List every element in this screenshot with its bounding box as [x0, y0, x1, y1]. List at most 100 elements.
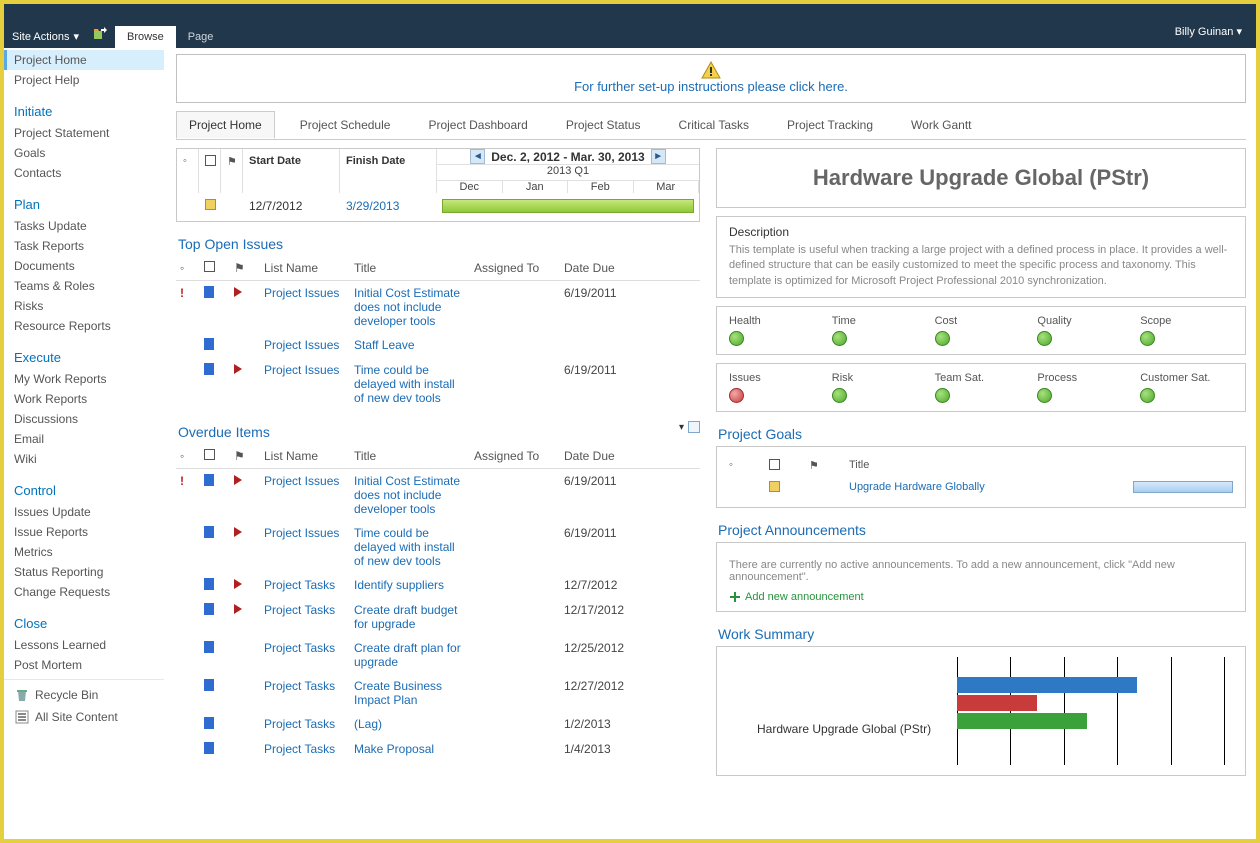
list-name-link[interactable]: Project Issues — [260, 281, 350, 334]
timeline-col-start[interactable]: Start Date — [243, 149, 340, 193]
section-work-summary[interactable]: Work Summary — [718, 626, 1246, 642]
sidebar-item-issue-reports[interactable]: Issue Reports — [4, 522, 164, 542]
col-assigned[interactable]: Assigned To — [470, 256, 560, 281]
table-row[interactable]: Project TasksIdentify suppliers12/7/2012 — [176, 573, 700, 598]
sidebar-item-change-requests[interactable]: Change Requests — [4, 582, 164, 602]
sidebar-item-resource-reports[interactable]: Resource Reports — [4, 316, 164, 336]
col-attach-icon[interactable] — [200, 256, 230, 281]
item-title-link[interactable]: Initial Cost Estimate does not include d… — [350, 469, 470, 522]
item-title-link[interactable]: (Lag) — [350, 712, 470, 737]
list-name-link[interactable]: Project Tasks — [260, 598, 350, 636]
table-row[interactable]: !Project IssuesInitial Cost Estimate doe… — [176, 469, 700, 522]
list-name-link[interactable]: Project Tasks — [260, 712, 350, 737]
goals-col-title[interactable]: Title — [849, 459, 869, 473]
table-row[interactable]: Project Tasks(Lag)1/2/2013 — [176, 712, 700, 737]
table-row[interactable]: Project TasksCreate Business Impact Plan… — [176, 674, 700, 712]
tab-work-gantt[interactable]: Work Gantt — [898, 111, 984, 139]
sidebar-recycle-bin[interactable]: Recycle Bin — [4, 684, 164, 706]
goals-col-indicator-icon[interactable]: ◦ — [729, 459, 749, 473]
site-actions-menu[interactable]: Site Actions ▾ — [4, 25, 87, 48]
col-attach-icon[interactable] — [200, 444, 230, 469]
section-overdue-items[interactable]: Overdue Items — [178, 424, 270, 440]
setup-notice-link[interactable]: For further set-up instructions please c… — [574, 79, 848, 94]
table-row[interactable]: Project IssuesTime could be delayed with… — [176, 358, 700, 410]
sidebar-item-goals[interactable]: Goals — [4, 143, 164, 163]
list-name-link[interactable]: Project Issues — [260, 333, 350, 358]
tab-project-status[interactable]: Project Status — [553, 111, 654, 139]
sidebar-item-work-reports[interactable]: Work Reports — [4, 389, 164, 409]
sidebar-item-my-work-reports[interactable]: My Work Reports — [4, 369, 164, 389]
section-project-goals[interactable]: Project Goals — [718, 426, 1246, 442]
item-title-link[interactable]: Initial Cost Estimate does not include d… — [350, 281, 470, 334]
item-title-link[interactable]: Make Proposal — [350, 737, 470, 762]
goals-col-flag-icon[interactable]: ⚑ — [809, 459, 829, 473]
tab-project-dashboard[interactable]: Project Dashboard — [415, 111, 540, 139]
ribbon-tab-browse[interactable]: Browse — [115, 26, 176, 48]
user-menu[interactable]: Billy Guinan ▾ — [1175, 25, 1256, 48]
table-row[interactable]: Project IssuesStaff Leave — [176, 333, 700, 358]
list-name-link[interactable]: Project Tasks — [260, 573, 350, 598]
timeline-next-button[interactable]: ► — [651, 149, 666, 164]
item-title-link[interactable]: Identify suppliers — [350, 573, 470, 598]
list-name-link[interactable]: Project Tasks — [260, 737, 350, 762]
sidebar-item-task-reports[interactable]: Task Reports — [4, 236, 164, 256]
table-row[interactable]: Project TasksCreate draft plan for upgra… — [176, 636, 700, 674]
sidebar-item-project-home[interactable]: Project Home — [4, 50, 164, 70]
sidebar-item-documents[interactable]: Documents — [4, 256, 164, 276]
nav-up-icon[interactable] — [87, 25, 115, 48]
sidebar-item-issues-update[interactable]: Issues Update — [4, 502, 164, 522]
list-name-link[interactable]: Project Tasks — [260, 674, 350, 712]
table-row[interactable]: Project TasksMake Proposal1/4/2013 — [176, 737, 700, 762]
table-row[interactable]: !Project IssuesInitial Cost Estimate doe… — [176, 281, 700, 334]
col-list-name[interactable]: List Name — [260, 256, 350, 281]
col-title[interactable]: Title — [350, 444, 470, 469]
sidebar-item-discussions[interactable]: Discussions — [4, 409, 164, 429]
col-priority-icon[interactable]: ◦ — [176, 444, 200, 469]
sidebar-item-metrics[interactable]: Metrics — [4, 542, 164, 562]
goal-item-link[interactable]: Upgrade Hardware Globally — [849, 481, 985, 495]
timeline-bar[interactable] — [442, 199, 694, 213]
col-assigned[interactable]: Assigned To — [470, 444, 560, 469]
item-title-link[interactable]: Create draft plan for upgrade — [350, 636, 470, 674]
overdue-menu-caret-icon[interactable]: ▾ — [679, 422, 684, 433]
sidebar-item-project-statement[interactable]: Project Statement — [4, 123, 164, 143]
goals-col-checkbox-icon[interactable] — [769, 459, 780, 470]
timeline-col-finish[interactable]: Finish Date — [340, 149, 437, 193]
sidebar-group-execute[interactable]: Execute — [4, 336, 164, 369]
sidebar-group-initiate[interactable]: Initiate — [4, 90, 164, 123]
col-flag-icon[interactable]: ⚑ — [230, 256, 260, 281]
overdue-toggle-checkbox[interactable] — [688, 421, 700, 433]
ribbon-tab-page[interactable]: Page — [176, 26, 226, 48]
timeline-finish-date[interactable]: 3/29/2013 — [340, 193, 437, 221]
col-list-name[interactable]: List Name — [260, 444, 350, 469]
col-priority-icon[interactable]: ◦ — [176, 256, 200, 281]
col-flag-icon[interactable]: ⚑ — [230, 444, 260, 469]
col-title[interactable]: Title — [350, 256, 470, 281]
item-title-link[interactable]: Staff Leave — [350, 333, 470, 358]
sidebar-item-contacts[interactable]: Contacts — [4, 163, 164, 183]
tab-project-home[interactable]: Project Home — [176, 111, 275, 139]
sidebar-group-close[interactable]: Close — [4, 602, 164, 635]
col-due[interactable]: Date Due — [560, 256, 700, 281]
item-title-link[interactable]: Create Business Impact Plan — [350, 674, 470, 712]
add-announcement-link[interactable]: Add new announcement — [729, 591, 1233, 603]
item-title-link[interactable]: Create draft budget for upgrade — [350, 598, 470, 636]
section-project-announcements[interactable]: Project Announcements — [718, 522, 1246, 538]
sidebar-item-lessons-learned[interactable]: Lessons Learned — [4, 635, 164, 655]
sidebar-item-status-reporting[interactable]: Status Reporting — [4, 562, 164, 582]
sidebar-item-wiki[interactable]: Wiki — [4, 449, 164, 469]
sidebar-all-site-content[interactable]: All Site Content — [4, 706, 164, 728]
sidebar-item-risks[interactable]: Risks — [4, 296, 164, 316]
timeline-prev-button[interactable]: ◄ — [470, 149, 485, 164]
col-due[interactable]: Date Due — [560, 444, 700, 469]
table-row[interactable]: Project TasksCreate draft budget for upg… — [176, 598, 700, 636]
list-name-link[interactable]: Project Tasks — [260, 636, 350, 674]
sidebar-item-tasks-update[interactable]: Tasks Update — [4, 216, 164, 236]
list-name-link[interactable]: Project Issues — [260, 521, 350, 573]
list-name-link[interactable]: Project Issues — [260, 358, 350, 410]
item-title-link[interactable]: Time could be delayed with install of ne… — [350, 358, 470, 410]
list-name-link[interactable]: Project Issues — [260, 469, 350, 522]
sidebar-item-project-help[interactable]: Project Help — [4, 70, 164, 90]
sidebar-item-teams-roles[interactable]: Teams & Roles — [4, 276, 164, 296]
item-title-link[interactable]: Time could be delayed with install of ne… — [350, 521, 470, 573]
